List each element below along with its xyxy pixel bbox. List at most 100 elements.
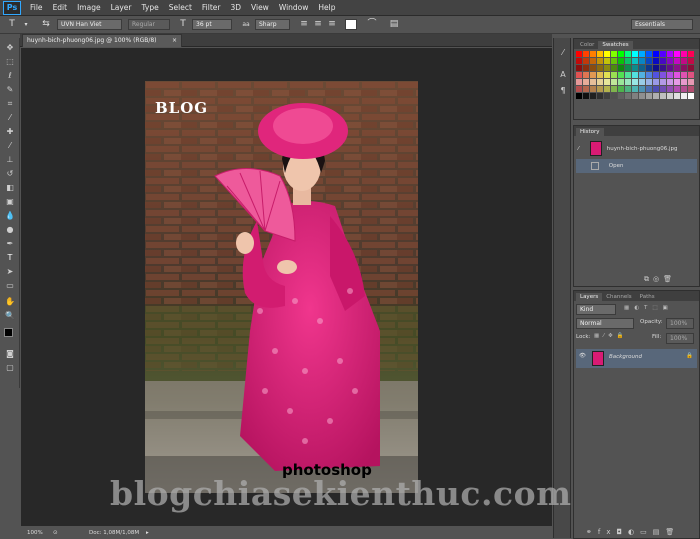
- warp-text-icon[interactable]: ⌒: [366, 18, 378, 31]
- font-size-select[interactable]: 36 pt: [192, 19, 232, 30]
- swatch[interactable]: [576, 86, 582, 92]
- pen-tool-icon[interactable]: ✒: [4, 238, 16, 250]
- swatch[interactable]: [583, 58, 589, 64]
- character-panel-icon[interactable]: ▤: [388, 18, 400, 31]
- swatch[interactable]: [625, 79, 631, 85]
- swatch[interactable]: [604, 51, 610, 57]
- eraser-tool-icon[interactable]: ◧: [4, 182, 16, 194]
- swatch[interactable]: [653, 58, 659, 64]
- swatch[interactable]: [583, 86, 589, 92]
- blend-mode-select[interactable]: Normal: [576, 318, 634, 329]
- tab-layers[interactable]: Layers: [576, 293, 603, 301]
- swatch[interactable]: [681, 58, 687, 64]
- menu-select[interactable]: Select: [164, 0, 197, 16]
- swatch[interactable]: [590, 86, 596, 92]
- swatch[interactable]: [618, 79, 624, 85]
- antialias-select[interactable]: Sharp: [255, 19, 290, 30]
- history-footer-icons[interactable]: ⧉◎🗑: [644, 275, 676, 284]
- swatch[interactable]: [688, 58, 694, 64]
- swatch[interactable]: [681, 51, 687, 57]
- swatch[interactable]: [681, 65, 687, 71]
- font-style-select[interactable]: Regular: [128, 19, 170, 30]
- swatch[interactable]: [583, 93, 589, 99]
- path-selection-tool-icon[interactable]: ➤: [4, 266, 16, 278]
- blur-tool-icon[interactable]: 💧: [4, 210, 16, 222]
- swatch[interactable]: [625, 86, 631, 92]
- swatch[interactable]: [653, 86, 659, 92]
- swatch[interactable]: [625, 51, 631, 57]
- swatch[interactable]: [674, 72, 680, 78]
- quick-select-tool-icon[interactable]: ✎: [4, 84, 16, 96]
- opacity-field[interactable]: 100%: [666, 318, 694, 329]
- swatch[interactable]: [681, 93, 687, 99]
- swatch[interactable]: [639, 79, 645, 85]
- swatch[interactable]: [597, 93, 603, 99]
- swatch[interactable]: [611, 86, 617, 92]
- swatch[interactable]: [597, 65, 603, 71]
- tab-paths[interactable]: Paths: [636, 293, 659, 301]
- tab-history[interactable]: History: [576, 128, 604, 136]
- swatch[interactable]: [660, 86, 666, 92]
- swatch[interactable]: [688, 79, 694, 85]
- tab-color[interactable]: Color: [576, 41, 598, 49]
- swatch[interactable]: [667, 86, 673, 92]
- swatch[interactable]: [660, 72, 666, 78]
- gradient-tool-icon[interactable]: ▣: [4, 196, 16, 208]
- font-family-select[interactable]: UVN Han Viet: [57, 19, 122, 30]
- layer-filter-select[interactable]: Kind: [576, 304, 616, 315]
- quick-mask-icon[interactable]: ◙: [4, 348, 16, 360]
- swatch[interactable]: [667, 58, 673, 64]
- swatch[interactable]: [576, 93, 582, 99]
- dodge-tool-icon[interactable]: ●: [4, 224, 16, 236]
- swatch[interactable]: [653, 72, 659, 78]
- document-canvas[interactable]: BLOG photoshop: [145, 81, 418, 493]
- swatch[interactable]: [597, 72, 603, 78]
- move-tool-icon[interactable]: ✥: [4, 42, 16, 54]
- swatch[interactable]: [618, 72, 624, 78]
- swatch[interactable]: [590, 58, 596, 64]
- swatch[interactable]: [611, 58, 617, 64]
- swatch[interactable]: [583, 51, 589, 57]
- history-snapshot[interactable]: huynh-bich-phuong06.jpg ⁄: [576, 140, 697, 158]
- swatch[interactable]: [646, 86, 652, 92]
- swatch[interactable]: [604, 72, 610, 78]
- swatch[interactable]: [604, 86, 610, 92]
- swatch[interactable]: [646, 79, 652, 85]
- swatch[interactable]: [646, 65, 652, 71]
- swatch[interactable]: [667, 72, 673, 78]
- swatch[interactable]: [681, 79, 687, 85]
- swatch[interactable]: [667, 93, 673, 99]
- swatch[interactable]: [618, 51, 624, 57]
- swatch[interactable]: [604, 58, 610, 64]
- swatch[interactable]: [660, 58, 666, 64]
- swatch[interactable]: [639, 58, 645, 64]
- swatch[interactable]: [576, 51, 582, 57]
- swatch[interactable]: [674, 65, 680, 71]
- lock-icons[interactable]: ▦⁄✥🔒: [594, 333, 628, 339]
- swatch[interactable]: [639, 72, 645, 78]
- swatch[interactable]: [646, 51, 652, 57]
- paragraph-icon[interactable]: ¶: [557, 86, 569, 98]
- preset-arrow-icon[interactable]: ▾: [20, 18, 32, 31]
- menu-layer[interactable]: Layer: [106, 0, 137, 16]
- swatch[interactable]: [576, 58, 582, 64]
- rectangle-tool-icon[interactable]: ▭: [4, 280, 16, 292]
- swatch[interactable]: [674, 86, 680, 92]
- swatch[interactable]: [604, 65, 610, 71]
- menu-type[interactable]: Type: [137, 0, 164, 16]
- menu-filter[interactable]: Filter: [197, 0, 226, 16]
- swatch[interactable]: [590, 79, 596, 85]
- swatch[interactable]: [653, 65, 659, 71]
- history-brush-tool-icon[interactable]: ↺: [4, 168, 16, 180]
- character-icon[interactable]: A: [557, 70, 569, 82]
- menu-window[interactable]: Window: [274, 0, 314, 16]
- swatch[interactable]: [597, 86, 603, 92]
- swatch[interactable]: [660, 51, 666, 57]
- zoom-tool-icon[interactable]: 🔍: [4, 310, 16, 322]
- fill-field[interactable]: 100%: [666, 333, 694, 344]
- swatch[interactable]: [688, 65, 694, 71]
- swatch[interactable]: [660, 93, 666, 99]
- swatch[interactable]: [653, 79, 659, 85]
- swatch[interactable]: [674, 79, 680, 85]
- menu-edit[interactable]: Edit: [48, 0, 73, 16]
